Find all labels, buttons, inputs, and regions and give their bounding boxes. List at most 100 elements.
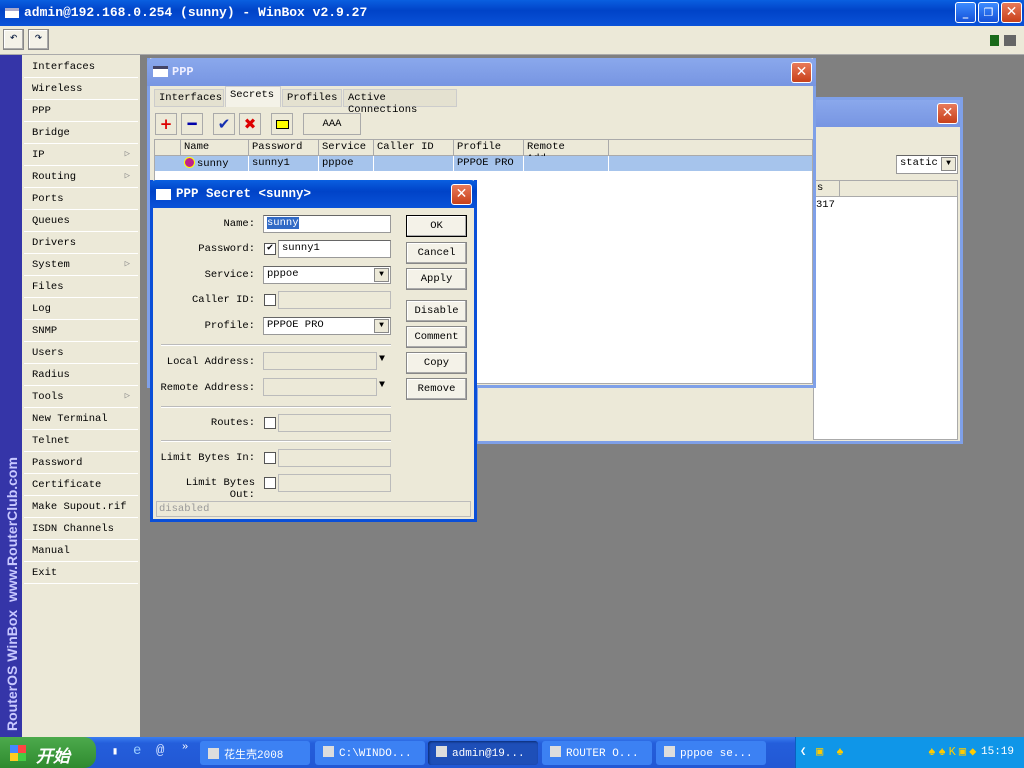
service-value: pppoe <box>267 268 299 280</box>
column-header-service[interactable]: Service <box>319 140 374 156</box>
sidebar-item-snmp[interactable]: SNMP <box>24 321 138 342</box>
sidebar-item-make-supout-rif[interactable]: Make Supout.rif <box>24 497 138 518</box>
sidebar-item-files[interactable]: Files <box>24 277 138 298</box>
column-header-name[interactable]: Name <box>181 140 249 156</box>
service-select[interactable]: pppoe ▼ <box>263 266 391 284</box>
password-field[interactable]: sunny1 <box>278 240 391 258</box>
tab-secrets[interactable]: Secrets <box>225 86 281 107</box>
sidebar-item-isdn-channels[interactable]: ISDN Channels <box>24 519 138 540</box>
undo-icon[interactable]: ↶ <box>3 29 24 50</box>
sidebar-item-new-terminal[interactable]: New Terminal <box>24 409 138 430</box>
remove-icon[interactable]: ━ <box>181 113 203 135</box>
type-select[interactable]: static ▼ <box>896 155 958 174</box>
aaa-button[interactable]: AAA <box>303 113 361 135</box>
back-window-close-button[interactable]: ✕ <box>937 103 958 124</box>
tab-active-connections[interactable]: Active Connections <box>343 89 457 116</box>
chevron-right-icon[interactable]: » <box>182 741 188 753</box>
maximize-button[interactable]: ❐ <box>978 2 999 23</box>
sidebar-item-label: Wireless <box>32 83 83 95</box>
sidebar-item-password[interactable]: Password <box>24 453 138 474</box>
ok-button[interactable]: OK <box>406 215 467 237</box>
add-icon[interactable]: + <box>155 113 177 135</box>
sidebar-item-interfaces[interactable]: Interfaces <box>24 57 138 78</box>
sidebar-item-bridge[interactable]: Bridge <box>24 123 138 144</box>
tab-profiles[interactable]: Profiles <box>282 89 342 107</box>
redo-icon[interactable]: ↷ <box>28 29 49 50</box>
dialog-title-bar: PPP Secret <sunny> <box>150 180 477 208</box>
sidebar-item-ppp[interactable]: PPP <box>24 101 138 122</box>
local-address-field[interactable] <box>263 352 377 370</box>
app-icon <box>5 8 19 18</box>
chevron-down-icon[interactable]: ▼ <box>379 354 385 365</box>
column-header[interactable]: s <box>814 181 840 197</box>
limit-in-checkbox[interactable] <box>264 452 276 464</box>
sidebar-item-queues[interactable]: Queues <box>24 211 138 232</box>
tray-icons[interactable]: ▣ ♠ ♠♠K▣◆ <box>816 744 979 759</box>
taskbar-task[interactable]: admin@19... <box>428 741 538 765</box>
sidebar-item-manual[interactable]: Manual <box>24 541 138 562</box>
browser-icon[interactable]: @ <box>156 743 164 759</box>
sidebar-item-routing[interactable]: Routing ▷ <box>24 167 138 188</box>
caller-id-checkbox[interactable] <box>264 294 276 306</box>
disable-button[interactable]: Disable <box>406 300 467 322</box>
quicklaunch-icon[interactable]: ▮ <box>112 745 118 758</box>
enable-check-icon[interactable]: ✔ <box>213 113 235 135</box>
status-led <box>990 35 999 46</box>
ppp-tabs: Interfaces Secrets Profiles Active Connecti… <box>154 86 814 116</box>
caller-id-field[interactable] <box>278 291 391 309</box>
comment-icon[interactable] <box>271 113 293 135</box>
apply-button[interactable]: Apply <box>406 268 467 290</box>
minimize-button[interactable]: _ <box>955 2 976 23</box>
comment-button[interactable]: Comment <box>406 326 467 348</box>
tray-expand-icon[interactable]: ❮ <box>800 745 806 758</box>
sidebar-item-system[interactable]: System ▷ <box>24 255 138 276</box>
sidebar-item-label: Manual <box>32 545 70 557</box>
close-button[interactable]: ✕ <box>1001 2 1022 23</box>
column-header-caller-id[interactable]: Caller ID <box>374 140 454 156</box>
chevron-down-icon[interactable]: ▼ <box>379 380 385 391</box>
table-row[interactable]: sunny sunny1 pppoe PPPOE PRO <box>155 156 812 171</box>
caller-id-label: Caller ID: <box>191 294 255 306</box>
password-checkbox[interactable]: ✔ <box>264 243 276 255</box>
type-select-value: static <box>900 157 938 169</box>
remove-button[interactable]: Remove <box>406 378 467 400</box>
tab-interfaces[interactable]: Interfaces <box>154 89 224 107</box>
sidebar-item-telnet[interactable]: Telnet <box>24 431 138 452</box>
cancel-button[interactable]: Cancel <box>406 242 467 264</box>
taskbar-task[interactable]: C:\WINDO... <box>315 741 425 765</box>
sidebar-item-ports[interactable]: Ports <box>24 189 138 210</box>
sidebar-item-wireless[interactable]: Wireless <box>24 79 138 100</box>
task-label: ROUTER O... <box>566 748 639 760</box>
sidebar-item-exit[interactable]: Exit <box>24 563 138 584</box>
limit-in-field[interactable] <box>278 449 391 467</box>
ie-icon[interactable]: e <box>133 743 141 759</box>
dialog-close-button[interactable]: ✕ <box>451 184 472 205</box>
sidebar-item-drivers[interactable]: Drivers <box>24 233 138 254</box>
sidebar-item-users[interactable]: Users <box>24 343 138 364</box>
copy-button[interactable]: Copy <box>406 352 467 374</box>
sidebar-item-radius[interactable]: Radius <box>24 365 138 386</box>
ppp-close-button[interactable]: ✕ <box>791 62 812 83</box>
profile-select[interactable]: PPPOE PRO ▼ <box>263 317 391 335</box>
disable-x-icon[interactable]: ✖ <box>239 113 261 135</box>
remote-address-field[interactable] <box>263 378 377 396</box>
routes-field[interactable] <box>278 414 391 432</box>
start-button[interactable]: 开始 <box>0 737 96 768</box>
sidebar-item-label: IP <box>32 149 45 161</box>
remote-address-label: Remote Address: <box>160 382 255 394</box>
taskbar-task[interactable]: pppoe se... <box>656 741 766 765</box>
limit-out-field[interactable] <box>278 474 391 492</box>
sidebar-item-tools[interactable]: Tools ▷ <box>24 387 138 408</box>
taskbar-task[interactable]: 花生壳2008 <box>200 741 310 765</box>
sidebar-item-log[interactable]: Log <box>24 299 138 320</box>
column-header-profile[interactable]: Profile <box>454 140 524 156</box>
column-header-remote-add-[interactable]: Remote Add... <box>524 140 609 165</box>
window-title: admin@192.168.0.254 (sunny) - WinBox v2.… <box>24 5 368 20</box>
sidebar-item-certificate[interactable]: Certificate <box>24 475 138 496</box>
name-field[interactable]: sunny <box>263 215 391 233</box>
sidebar-item-ip[interactable]: IP ▷ <box>24 145 138 166</box>
routes-checkbox[interactable] <box>264 417 276 429</box>
taskbar-task[interactable]: ROUTER O... <box>542 741 652 765</box>
limit-out-checkbox[interactable] <box>264 477 276 489</box>
column-header-password[interactable]: Password <box>249 140 319 156</box>
